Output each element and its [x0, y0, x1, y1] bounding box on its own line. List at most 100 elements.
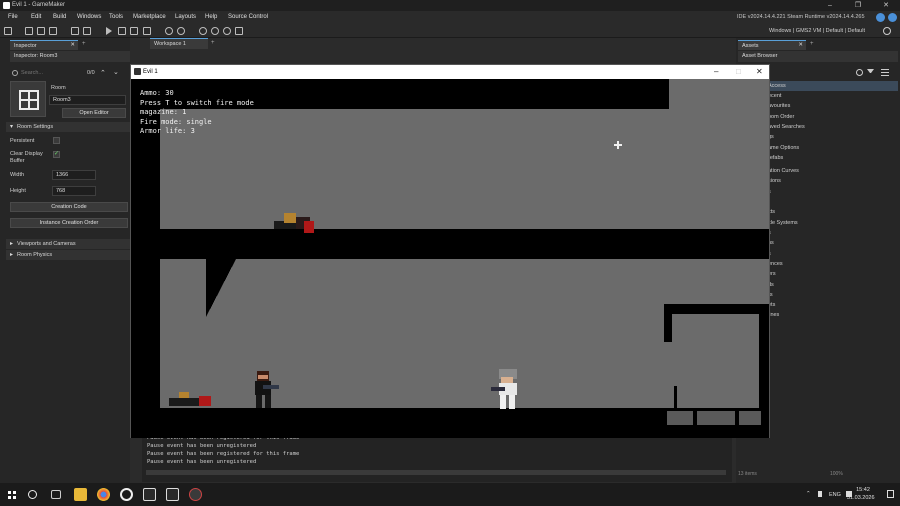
stop-icon[interactable]	[130, 27, 138, 35]
menu-source-control[interactable]: Source Control	[228, 14, 268, 20]
crosshair-icon	[614, 141, 622, 149]
minimize-icon[interactable]: –	[816, 1, 844, 10]
clear-display-label: Clear Display Buffer	[10, 151, 43, 164]
task-view-icon[interactable]	[51, 490, 61, 499]
gamemaker-ide-icon[interactable]	[143, 488, 156, 501]
windows-start-icon[interactable]	[8, 491, 16, 499]
asset-prefabs[interactable]: refabs	[768, 155, 783, 161]
game-close-icon[interactable]: ✕	[756, 67, 763, 76]
gamepad-icon[interactable]	[235, 27, 243, 35]
clock-date[interactable]: 31.03.2026	[847, 495, 875, 501]
instance-order-button[interactable]: Instance Creation Order	[10, 218, 128, 228]
chrome-icon[interactable]	[97, 488, 110, 501]
save-icon[interactable]	[49, 27, 57, 35]
player-character	[251, 371, 279, 408]
crate	[739, 411, 761, 425]
filter-icon[interactable]	[867, 69, 874, 76]
height-field[interactable]: 768	[52, 186, 96, 196]
build-icon[interactable]	[71, 27, 79, 35]
game-minimize-icon[interactable]: –	[714, 67, 718, 76]
play-icon[interactable]	[106, 27, 112, 35]
target-selector[interactable]: Windows | GMS2 VM | Default | Default	[769, 28, 865, 34]
enemy-character	[491, 369, 525, 409]
keyboard-language[interactable]: ENG	[829, 492, 841, 498]
level-ledge-wall	[664, 304, 672, 342]
new-project-icon[interactable]	[25, 27, 33, 35]
close-tab-icon[interactable]: ✕	[798, 42, 803, 48]
viewports-label: Viewports and Cameras	[17, 241, 76, 247]
clear-display-checkbox[interactable]: ✓	[53, 151, 60, 158]
menu-layouts[interactable]: Layouts	[175, 14, 196, 20]
room-physics-header[interactable]: ▸ Room Physics	[6, 250, 130, 260]
room-settings-header[interactable]: ▾ Room Settings	[6, 122, 130, 132]
menu-build[interactable]: Build	[53, 14, 66, 20]
close-tab-icon[interactable]: ✕	[70, 42, 75, 48]
clean-icon[interactable]	[83, 27, 91, 35]
zoom-in-icon[interactable]	[223, 27, 231, 35]
debug-icon[interactable]	[118, 27, 126, 35]
inspector-subtitle: Inspector: Room3	[10, 51, 130, 62]
open-project-icon[interactable]	[37, 27, 45, 35]
add-tab-icon[interactable]: +	[810, 41, 814, 47]
menu-tools[interactable]: Tools	[109, 14, 123, 20]
gamemaker-icon[interactable]	[120, 488, 133, 501]
close-icon[interactable]: ✕	[872, 1, 900, 10]
menu-marketplace[interactable]: Marketplace	[133, 14, 166, 20]
tray-chevron-icon[interactable]: ⌃	[806, 491, 811, 497]
obs-icon[interactable]	[189, 488, 202, 501]
asset-recent[interactable]: ecent	[768, 93, 781, 99]
add-asset-icon[interactable]	[856, 69, 863, 76]
tab-assets[interactable]: Assets ✕	[738, 40, 806, 50]
menu-file[interactable]: File	[8, 14, 18, 20]
menu-windows[interactable]: Windows	[77, 14, 101, 20]
chevron-down-icon[interactable]: ⌄	[113, 68, 119, 76]
output-line: Pause event has been unregistered	[147, 443, 257, 449]
zoom-reset-icon[interactable]	[211, 27, 219, 35]
add-workspace-icon[interactable]: +	[211, 40, 215, 46]
settings-icon[interactable]	[165, 27, 173, 35]
creation-code-button[interactable]: Creation Code	[10, 202, 128, 212]
width-field[interactable]: 1366	[52, 170, 96, 180]
inspector-search-input[interactable]: Search...	[21, 70, 43, 76]
game-window[interactable]: Evil 1 – □ ✕ Ammo: 30 Press T to switch …	[130, 64, 770, 438]
asset-quick-access[interactable]: Access	[768, 83, 786, 89]
room-name-field[interactable]: Room3	[49, 95, 126, 105]
asset-sequences[interactable]: ences	[768, 261, 783, 267]
open-editor-button[interactable]: Open Editor	[62, 108, 126, 118]
hud-magazine: magazine: 1	[140, 108, 187, 116]
notifications-center-icon[interactable]	[887, 490, 894, 498]
tab-workspace[interactable]: Workspace 1	[150, 38, 208, 49]
asset-animation-curves[interactable]: ation Curves	[768, 168, 799, 174]
game-title-bar: Evil 1 – □ ✕	[131, 65, 769, 79]
clock-time[interactable]: 15:42	[853, 487, 873, 493]
asset-saved-searches[interactable]: aved Searches	[768, 124, 805, 130]
asset-game-options[interactable]: ame Options	[768, 145, 799, 151]
account-icon[interactable]	[876, 13, 885, 22]
persistent-checkbox[interactable]	[53, 137, 60, 144]
game-maximize-icon[interactable]: □	[736, 67, 741, 76]
asset-favourites[interactable]: avourites	[768, 103, 790, 109]
inspector-panel: Inspector ✕ + Inspector: Room3 Search...…	[0, 38, 130, 483]
menu-edit[interactable]: Edit	[31, 14, 41, 20]
home-icon[interactable]	[4, 27, 12, 35]
chevron-up-icon[interactable]: ⌃	[100, 69, 106, 77]
search-icon[interactable]	[28, 490, 37, 499]
menu-help[interactable]: Help	[205, 14, 217, 20]
horizontal-scrollbar[interactable]	[146, 470, 726, 475]
viewports-header[interactable]: ▸ Viewports and Cameras	[6, 239, 130, 249]
restore-icon[interactable]: ❐	[844, 1, 872, 10]
target-settings-icon[interactable]	[883, 27, 891, 35]
clean-build-icon[interactable]	[143, 27, 151, 35]
width-label: Width	[10, 172, 25, 178]
asset-room-order[interactable]: oom Order	[768, 114, 794, 120]
microphone-icon[interactable]	[818, 491, 822, 497]
zoom-out-icon[interactable]	[199, 27, 207, 35]
add-tab-icon[interactable]: +	[82, 41, 86, 47]
tab-inspector[interactable]: Inspector ✕	[10, 40, 78, 50]
notifications-icon[interactable]	[888, 13, 897, 22]
game-runner-icon[interactable]	[166, 488, 179, 501]
help-icon[interactable]	[177, 27, 185, 35]
game-canvas[interactable]: Ammo: 30 Press T to switch fire mode mag…	[131, 79, 769, 438]
asset-particle-systems[interactable]: cle Systems	[768, 220, 798, 226]
file-explorer-icon[interactable]	[74, 488, 87, 501]
